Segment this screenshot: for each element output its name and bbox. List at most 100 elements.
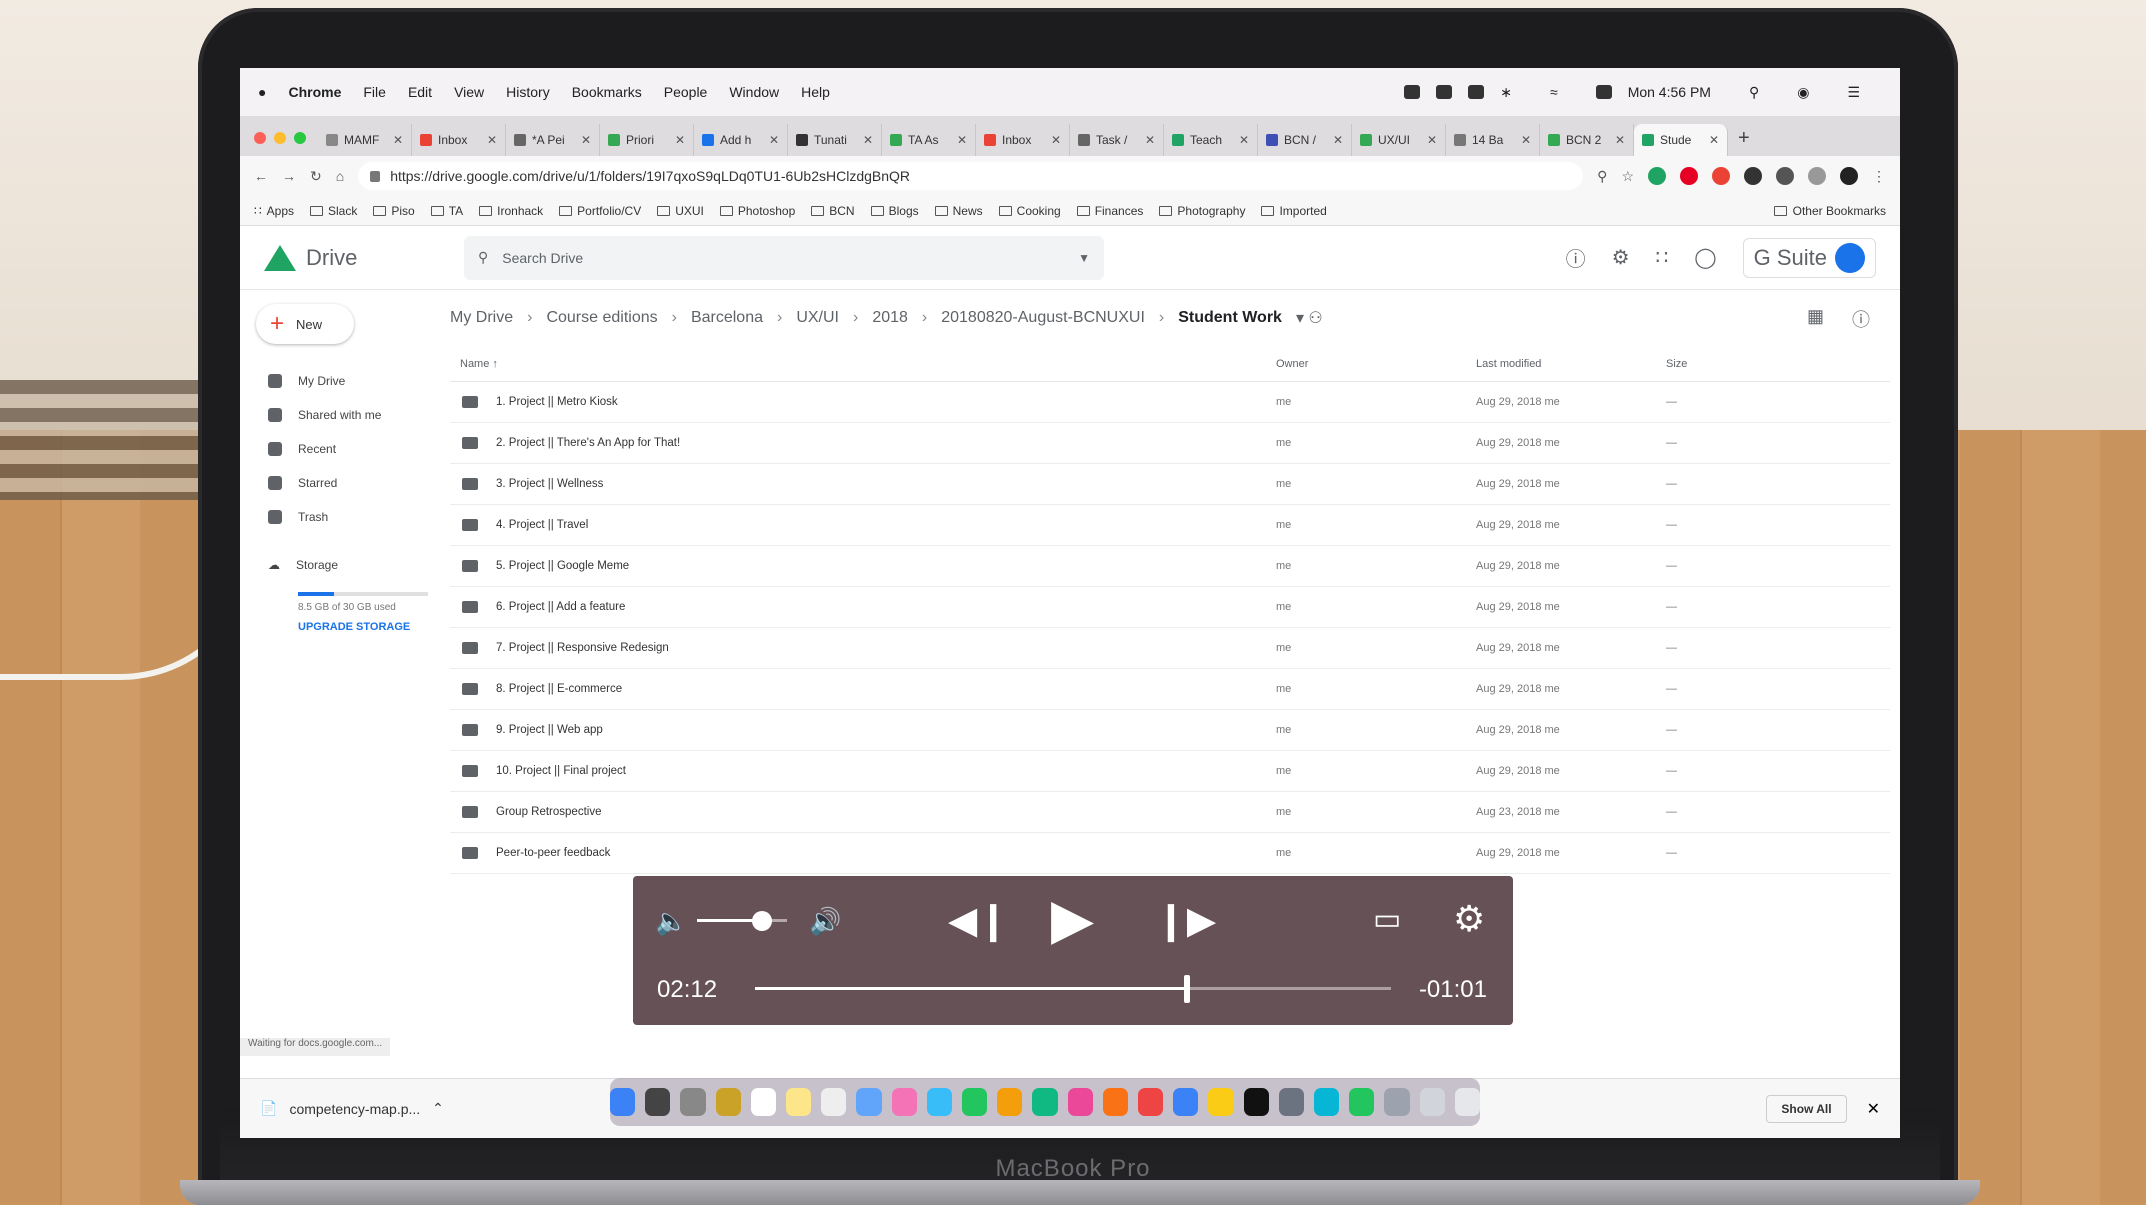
browser-tab[interactable]: MAMF ✕ [318, 124, 412, 156]
browser-tab[interactable]: UX/UI ✕ [1352, 124, 1446, 156]
drive-logo[interactable]: Drive [264, 244, 464, 271]
zoom-icon[interactable]: ⚲ [1597, 168, 1607, 185]
info-icon[interactable]: ⓘ [1852, 306, 1870, 332]
spotlight-search-icon[interactable]: ⚲ [1749, 84, 1759, 101]
file-row[interactable]: 4. Project || Travel me Aug 29, 2018 me — [450, 505, 1890, 546]
close-tab-icon[interactable]: ✕ [1239, 133, 1249, 147]
airplay-icon[interactable]: ▭ [1373, 902, 1401, 937]
close-tab-icon[interactable]: ✕ [393, 133, 403, 147]
bookmark-item[interactable]: News [934, 204, 983, 218]
column-name[interactable]: Name ↑ [450, 358, 1276, 370]
other-bookmarks[interactable]: Other Bookmarks [1773, 204, 1886, 218]
settings-gear-icon[interactable]: ⚙ [1453, 898, 1485, 940]
system-preferences-icon[interactable] [1278, 1088, 1305, 1116]
browser-tab[interactable]: Inbox ✕ [412, 124, 506, 156]
browser-tab[interactable]: *A Pei ✕ [506, 124, 600, 156]
pinterest-extension-icon[interactable] [1680, 167, 1698, 185]
download-item[interactable]: 📄 competency-map.p... ⌃ [260, 1100, 444, 1117]
bookmark-item[interactable]: Blogs [870, 204, 919, 218]
close-tab-icon[interactable]: ✕ [863, 133, 873, 147]
file-row[interactable]: 9. Project || Web app me Aug 29, 2018 me — [450, 710, 1890, 751]
reminders-icon[interactable] [821, 1088, 847, 1116]
photos-icon[interactable] [891, 1088, 917, 1116]
apps-grid-icon[interactable]: ∷ [1656, 245, 1669, 270]
reload-icon[interactable]: ↻ [310, 168, 322, 185]
browser-tab[interactable]: Inbox ✕ [976, 124, 1070, 156]
extension-icon[interactable] [1808, 167, 1826, 185]
new-tab-icon[interactable]: + [1728, 127, 1760, 156]
column-last-modified[interactable]: Last modified [1476, 358, 1666, 370]
sidebar-item-starred[interactable]: Starred [240, 466, 440, 500]
menu-file[interactable]: File [363, 84, 386, 100]
shared-folder-icon[interactable]: ▾ ⚇ [1296, 308, 1323, 328]
bookmark-item[interactable]: Slack [310, 204, 357, 218]
status-icon[interactable] [1436, 85, 1453, 99]
minimize-window-icon[interactable] [274, 132, 286, 144]
close-tab-icon[interactable]: ✕ [1145, 133, 1155, 147]
account-avatar[interactable] [1835, 242, 1865, 273]
whatsapp-icon[interactable] [1349, 1088, 1375, 1116]
app-icon[interactable] [1314, 1088, 1340, 1116]
seek-handle[interactable] [1184, 975, 1191, 1003]
grid-view-icon[interactable]: ▦ [1807, 306, 1824, 332]
bookmark-item[interactable]: Piso [373, 204, 415, 218]
file-row[interactable]: Peer-to-peer feedback me Aug 29, 2018 me — [450, 833, 1890, 874]
close-tab-icon[interactable]: ✕ [1521, 133, 1531, 147]
file-row[interactable]: 7. Project || Responsive Redesign me Aug 2… [450, 628, 1890, 669]
file-row[interactable]: 10. Project || Final project me Aug 29, 20… [450, 751, 1890, 792]
close-tab-icon[interactable]: ✕ [957, 133, 967, 147]
calendar-extension-icon[interactable] [1712, 167, 1730, 185]
launchpad-icon[interactable] [645, 1088, 671, 1116]
notifications-icon[interactable]: ◯ [1694, 245, 1716, 270]
search-drive-input[interactable]: ⚲ Search Drive ▼ [464, 235, 1104, 280]
skip-forward-icon[interactable]: ❙▶ [1155, 898, 1216, 943]
close-tab-icon[interactable]: ✕ [1333, 133, 1343, 147]
notes-icon[interactable] [785, 1088, 812, 1116]
chevron-up-icon[interactable]: ⌃ [432, 1100, 444, 1117]
bookmark-item[interactable]: Imported [1261, 204, 1327, 218]
itunes-icon[interactable] [1067, 1088, 1093, 1116]
browser-tab[interactable]: BCN 2 ✕ [1540, 124, 1634, 156]
extension-icon[interactable] [1776, 167, 1794, 185]
forward-icon[interactable]: → [282, 168, 296, 184]
finder-icon[interactable] [609, 1088, 636, 1116]
file-row[interactable]: 2. Project || There's An App for That! me… [450, 423, 1890, 464]
bookmark-item[interactable]: Portfolio/CV [559, 204, 641, 218]
file-row[interactable]: 5. Project || Google Meme me Aug 29, 2018 … [450, 546, 1890, 587]
menu-help[interactable]: Help [801, 84, 830, 100]
close-window-icon[interactable] [254, 132, 266, 144]
close-tab-icon[interactable]: ✕ [1427, 133, 1437, 147]
column-size[interactable]: Size [1666, 358, 1786, 370]
address-bar[interactable]: https://drive.google.com/drive/u/1/folde… [358, 162, 1584, 190]
rocket-icon[interactable] [680, 1088, 706, 1116]
browser-tab[interactable]: TA As ✕ [882, 124, 976, 156]
new-button[interactable]: + New [256, 304, 354, 344]
breadcrumb-item[interactable]: Barcelona [691, 309, 763, 327]
play-icon[interactable]: ▶ [1051, 886, 1094, 952]
profile-avatar[interactable] [1840, 167, 1858, 185]
browser-tab[interactable]: Stude ✕ [1634, 124, 1728, 156]
close-tab-icon[interactable]: ✕ [675, 133, 685, 147]
calendar-icon[interactable] [750, 1088, 776, 1116]
status-icon[interactable] [1404, 85, 1421, 99]
browser-tab[interactable]: Priori ✕ [600, 124, 694, 156]
close-tab-icon[interactable]: ✕ [1709, 133, 1719, 147]
seek-bar[interactable] [755, 975, 1391, 1003]
close-icon[interactable]: ✕ [1867, 1099, 1880, 1119]
home-icon[interactable]: ⌂ [336, 168, 344, 184]
bookmark-item[interactable]: TA [430, 204, 463, 218]
bookmark-item[interactable]: UXUI [657, 204, 704, 218]
file-row[interactable]: Group Retrospective me Aug 23, 2018 me — [450, 792, 1890, 833]
folder-icon[interactable] [1419, 1088, 1445, 1116]
sidebar-item-shared[interactable]: Shared with me [240, 398, 440, 432]
display-icon[interactable] [1468, 85, 1485, 99]
menu-history[interactable]: History [506, 84, 550, 100]
file-row[interactable]: 6. Project || Add a feature me Aug 29, 201… [450, 587, 1890, 628]
bookmark-item[interactable]: Photography [1159, 204, 1245, 218]
battery-icon[interactable] [1595, 85, 1612, 99]
back-icon[interactable]: ← [254, 168, 268, 184]
column-owner[interactable]: Owner [1276, 358, 1476, 370]
close-tab-icon[interactable]: ✕ [581, 133, 591, 147]
volume-high-icon[interactable]: 🔊 [809, 906, 841, 937]
close-tab-icon[interactable]: ✕ [769, 133, 779, 147]
